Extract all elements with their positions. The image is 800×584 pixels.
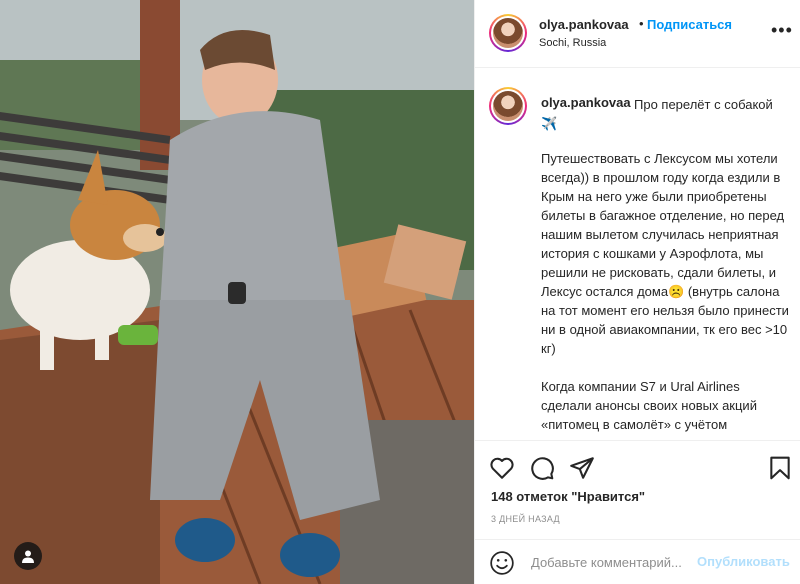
post-header: olya.pankovaa • Подписаться Sochi, Russi…: [475, 0, 800, 68]
post-photo[interactable]: [0, 0, 474, 584]
emoji-icon[interactable]: [489, 550, 515, 576]
bookmark-icon[interactable]: [767, 455, 793, 481]
separator-dot: •: [639, 16, 644, 31]
user-tag-button[interactable]: [14, 542, 42, 570]
publish-button[interactable]: Опубликовать: [697, 554, 790, 569]
avatar[interactable]: [489, 14, 527, 52]
follow-button[interactable]: Подписаться: [647, 17, 732, 32]
caption-area[interactable]: olya.pankovaa Про перелёт с собакой ✈️ П…: [475, 69, 800, 439]
comment-input[interactable]: [531, 552, 701, 572]
location-link[interactable]: Sochi, Russia: [539, 37, 606, 49]
post-side-panel: olya.pankovaa • Подписаться Sochi, Russi…: [474, 0, 800, 584]
caption-paragraph: Путешествовать с Лексусом мы хотели всег…: [541, 151, 789, 356]
caption-title: Про перелёт с собакой ✈️: [541, 97, 773, 131]
post-image: [0, 0, 474, 584]
user-tag-icon: [22, 550, 34, 563]
comment-form: Опубликовать: [475, 539, 800, 584]
comment-icon[interactable]: [529, 455, 555, 481]
heart-icon[interactable]: [489, 455, 515, 481]
likes-count[interactable]: 148 отметок "Нравится": [491, 489, 645, 504]
header-username[interactable]: olya.pankovaa: [539, 17, 629, 32]
post-time[interactable]: 3 ДНЕЙ НАЗАД: [491, 514, 560, 524]
caption-avatar[interactable]: [489, 87, 527, 125]
post-actions: 148 отметок "Нравится" 3 ДНЕЙ НАЗАД Опуб…: [475, 440, 800, 584]
caption-text: Путешествовать с Лексусом мы хотели всег…: [541, 149, 791, 439]
share-icon[interactable]: [569, 455, 595, 481]
caption-paragraph: Когда компании S7 и Ural Airlines сделал…: [541, 379, 757, 432]
more-icon[interactable]: •••: [771, 21, 793, 39]
